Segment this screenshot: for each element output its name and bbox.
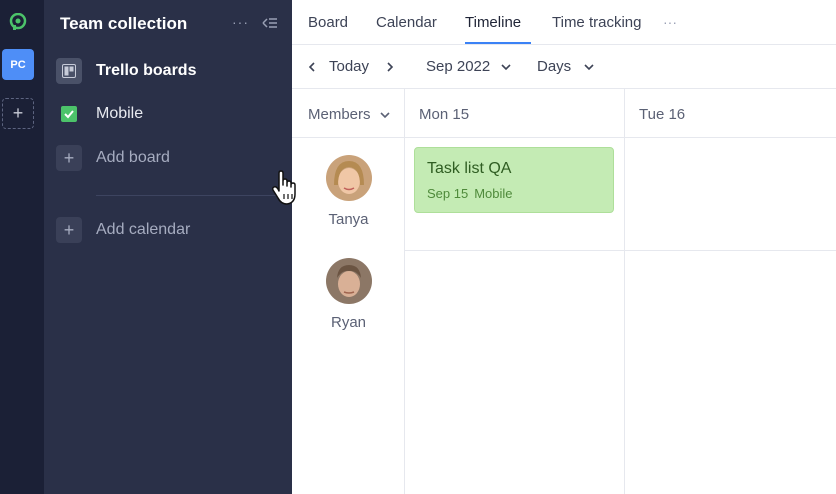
add-board-button[interactable]: + Add board <box>56 144 170 172</box>
plus-icon: + <box>12 103 24 123</box>
sidebar-item-label: Mobile <box>96 105 144 122</box>
period-select[interactable]: Sep 2022 <box>426 58 490 75</box>
today-button[interactable]: Today <box>329 58 369 75</box>
scale-select[interactable]: Days <box>537 58 571 75</box>
plus-icon: + <box>56 217 82 243</box>
day-column-header: Tue 16 <box>639 106 686 123</box>
add-workspace-button[interactable]: + <box>2 98 34 129</box>
members-filter[interactable]: Members <box>308 106 371 123</box>
more-options-icon[interactable]: ··· <box>232 14 249 30</box>
workspace-rail: PC + <box>0 0 44 494</box>
plus-icon: + <box>56 145 82 171</box>
sidebar-item-mobile[interactable]: Mobile <box>56 100 143 128</box>
column-divider <box>624 89 625 494</box>
timeline-header: Members Mon 15 Tue 16 <box>292 89 836 138</box>
trello-icon <box>56 58 82 84</box>
sidebar-title: Team collection <box>60 14 188 33</box>
chevron-down-icon[interactable] <box>584 62 594 72</box>
row-divider <box>405 250 836 251</box>
sidebar: Team collection ··· Trello boards Mobile… <box>44 0 292 494</box>
chevron-down-icon[interactable] <box>501 62 511 72</box>
sidebar-item-label: Trello boards <box>96 62 197 79</box>
main-panel: Board Calendar Timeline Time tracking ··… <box>292 0 836 494</box>
add-calendar-label: Add calendar <box>96 221 191 238</box>
chevron-right-icon[interactable] <box>385 62 395 72</box>
tab-board[interactable]: Board <box>308 14 348 31</box>
active-tab-indicator <box>465 42 531 44</box>
sidebar-divider <box>96 195 286 196</box>
task-meta: Sep 15 Mobile <box>427 186 601 201</box>
member-name: Tanya <box>328 211 369 228</box>
tab-timeline[interactable]: Timeline <box>465 14 521 31</box>
member-row-ryan: Ryan <box>292 258 405 331</box>
app-logo-icon[interactable] <box>9 13 27 31</box>
tab-calendar[interactable]: Calendar <box>376 14 437 31</box>
task-date: Sep 15 <box>427 186 469 201</box>
member-row-tanya: Tanya <box>292 155 405 228</box>
chevron-down-icon[interactable] <box>380 110 390 120</box>
add-calendar-button[interactable]: + Add calendar <box>56 216 190 244</box>
member-name: Ryan <box>330 314 367 331</box>
avatar <box>325 155 372 201</box>
add-board-label: Add board <box>96 149 170 166</box>
workspace-button[interactable]: PC <box>2 49 34 80</box>
hand-cursor-icon <box>271 170 296 205</box>
task-card[interactable]: Task list QA Sep 15 Mobile <box>414 147 614 213</box>
chevron-left-icon[interactable] <box>307 62 317 72</box>
task-board: Mobile <box>474 186 513 201</box>
collapse-sidebar-icon[interactable] <box>260 15 278 31</box>
sidebar-item-trello-boards[interactable]: Trello boards <box>56 57 196 85</box>
avatar <box>325 258 372 304</box>
timeline-toolbar: Today Sep 2022 Days <box>292 45 836 89</box>
checkbox-icon <box>56 101 82 127</box>
day-column-header: Mon 15 <box>419 106 470 123</box>
tab-time-tracking[interactable]: Time tracking <box>552 14 641 31</box>
task-title: Task list QA <box>427 160 512 177</box>
view-tabs: Board Calendar Timeline Time tracking ··… <box>292 0 836 45</box>
more-tabs-icon[interactable]: ··· <box>663 14 677 30</box>
